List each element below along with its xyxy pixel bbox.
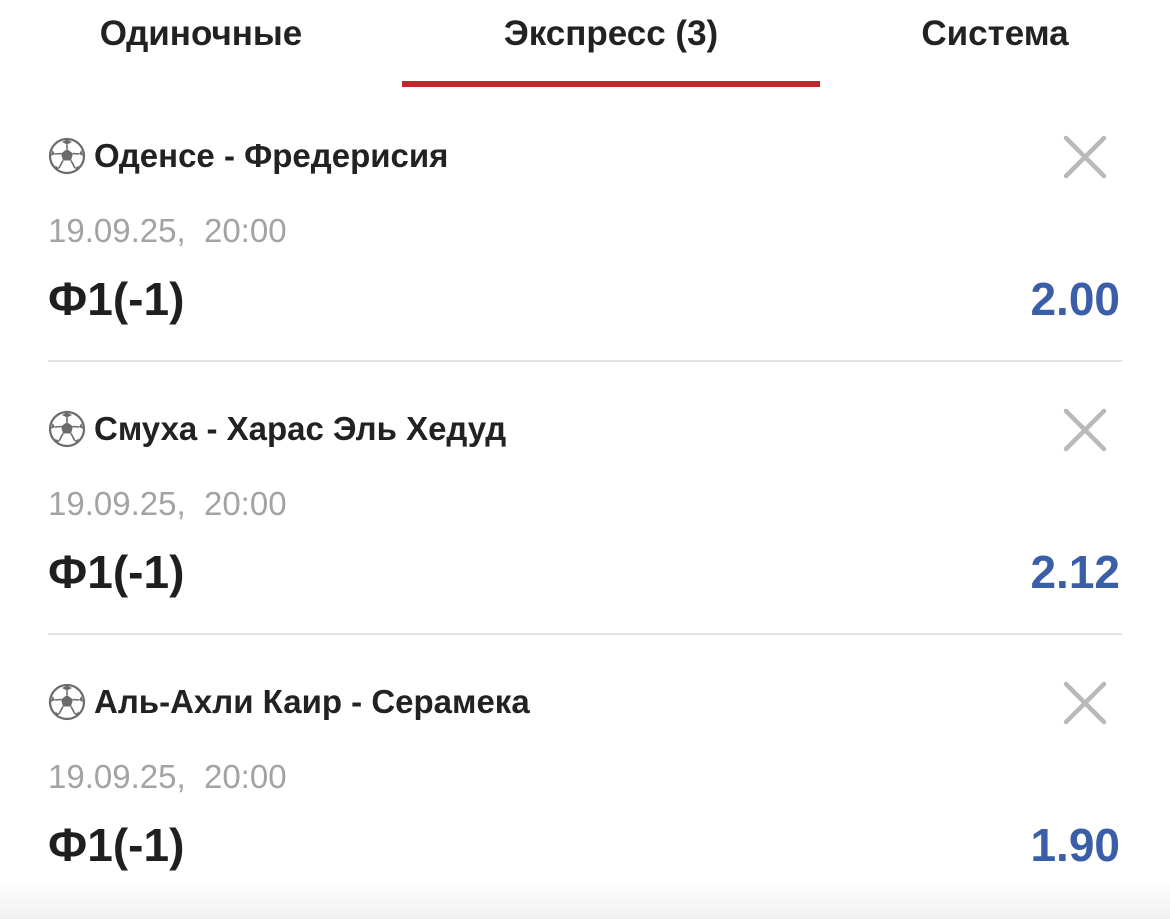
bet-datetime: 19.09.25, 20:00 (48, 758, 287, 795)
soccer-ball-icon (48, 410, 86, 448)
bet-odds: 2.12 (1030, 546, 1120, 598)
bet-match-title: Смуха - Харас Эль Хедуд (48, 409, 506, 449)
close-icon[interactable] (1062, 407, 1108, 453)
bet-match-label: Смуха - Харас Эль Хедуд (94, 410, 507, 447)
close-icon[interactable] (1062, 134, 1108, 180)
bet-datetime: 19.09.25, 20:00 (48, 212, 287, 249)
soccer-ball-icon (48, 137, 86, 175)
bet-match-title: Оденсе - Фредерисия (48, 136, 448, 176)
bet-match-title: Аль-Ахли Каир - Серамека (48, 682, 530, 722)
active-tab-indicator (402, 81, 820, 87)
bet-market: Ф1(-1) (48, 819, 185, 871)
bet-market: Ф1(-1) (48, 273, 185, 325)
tab-single[interactable]: Одиночные (0, 0, 402, 88)
bet-match-label: Оденсе - Фредерисия (94, 137, 449, 174)
bet-odds: 2.00 (1030, 273, 1120, 325)
tab-system[interactable]: Система (820, 0, 1170, 88)
bet-slip-item: Смуха - Харас Эль Хедуд 19.09.25, 20:00 … (48, 361, 1122, 635)
bet-odds: 1.90 (1030, 819, 1120, 871)
bet-slip-item: Оденсе - Фредерисия 19.09.25, 20:00 Ф1(-… (48, 88, 1122, 362)
bet-market: Ф1(-1) (48, 546, 185, 598)
tab-express[interactable]: Экспресс (3) (402, 0, 820, 88)
close-icon[interactable] (1062, 680, 1108, 726)
bet-type-tabs: Одиночные Экспресс (3) Система (0, 0, 1170, 88)
bottom-panel-shadow (0, 879, 1170, 919)
bet-slip-item: Аль-Ахли Каир - Серамека 19.09.25, 20:00… (48, 634, 1122, 908)
bet-datetime: 19.09.25, 20:00 (48, 485, 287, 522)
bet-match-label: Аль-Ахли Каир - Серамека (94, 683, 530, 720)
soccer-ball-icon (48, 683, 86, 721)
